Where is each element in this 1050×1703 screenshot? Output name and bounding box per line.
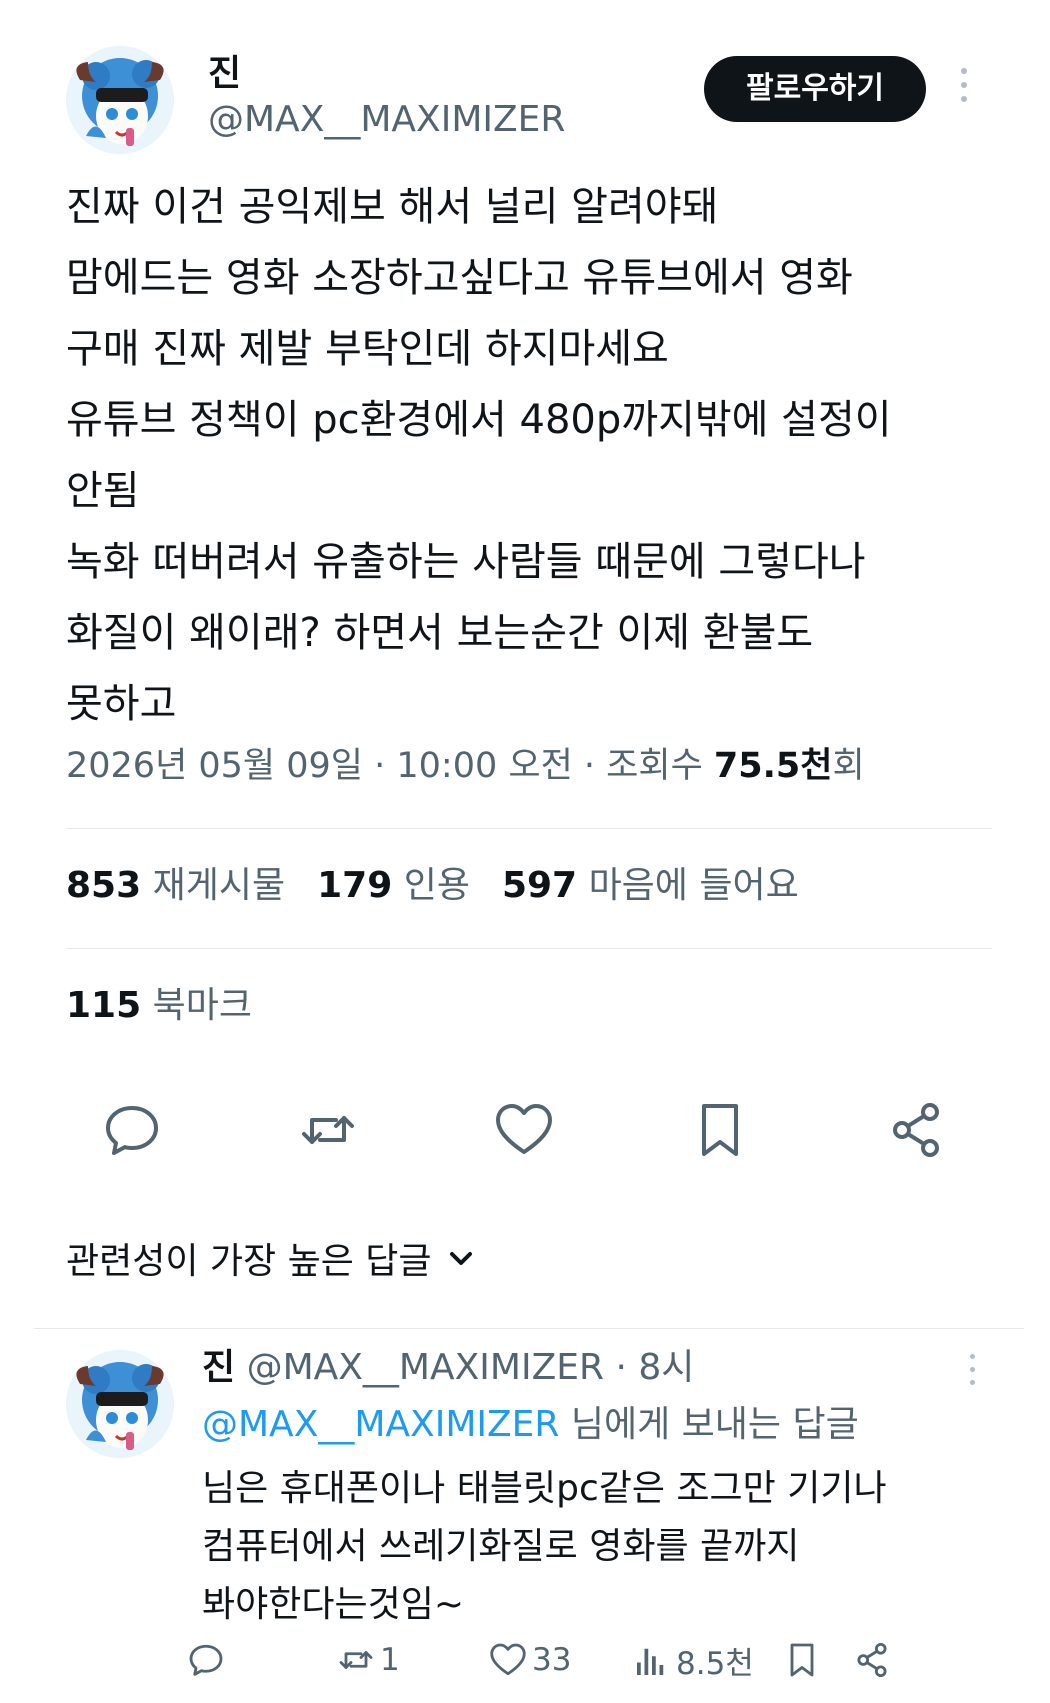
tweet-meta: 2026년 05월 09일 · 10:00 오전 · 조회수 75.5천회: [66, 746, 865, 786]
reply-time[interactable]: 8시: [638, 1347, 694, 1388]
tweet-line: 화질이 왜이래? 하면서 보는순간 이제 환불도: [66, 610, 814, 656]
divider: [66, 828, 992, 829]
views-count: 75.5천: [713, 746, 833, 786]
reply-to-mention[interactable]: @MAX__MAXIMIZER: [202, 1404, 559, 1445]
reply-line: 컴퓨터에서 쓰레기화질로 영화를 끝까지: [202, 1526, 800, 1567]
views-suffix: 회: [832, 746, 865, 786]
display-name[interactable]: 진: [208, 52, 241, 96]
divider: [34, 1328, 1024, 1329]
reply-line: 님은 휴대폰이나 태블릿pc같은 조그만 기기나: [202, 1468, 887, 1509]
share-icon: [857, 1642, 887, 1678]
reply-icon[interactable]: [100, 1098, 164, 1162]
reply-repost-button[interactable]: 1: [336, 1638, 400, 1682]
replies-sort[interactable]: 관련성이 가장 높은 답글: [66, 1238, 476, 1287]
reply-views-button[interactable]: 8.5천: [632, 1638, 754, 1682]
reply-line: 봐야한다는것임~: [202, 1584, 465, 1625]
chevron-down-icon: [446, 1239, 476, 1287]
replies-sort-label: 관련성이 가장 높은 답글: [66, 1241, 432, 1282]
like-icon: [490, 1643, 526, 1676]
tweet-time[interactable]: 10:00 오전: [396, 746, 572, 786]
bookmark-icon[interactable]: [688, 1098, 752, 1162]
engagement-stats: 853 재게시물 179 인용 597 마음에 들어요: [66, 862, 799, 910]
bookmarks-stat[interactable]: 115 북마크: [66, 982, 252, 1030]
repost-icon[interactable]: [296, 1098, 360, 1162]
follow-button[interactable]: 팔로우하기: [704, 56, 926, 122]
reply-to-suffix: 님에게 보내는 답글: [570, 1404, 859, 1445]
reply-icon: [189, 1644, 223, 1676]
avatar-image: [66, 1350, 174, 1458]
more-options-icon[interactable]: [954, 68, 974, 112]
reply-more-options-icon[interactable]: [962, 1354, 982, 1398]
avatar-image: [66, 46, 174, 154]
tweet-line: 구매 진짜 제발 부탁인데 하지마세요: [66, 326, 669, 372]
reply-header: 진 @MAX__MAXIMIZER · 8시: [202, 1347, 695, 1388]
like-icon[interactable]: [492, 1098, 556, 1162]
tweet-line: 못하고: [66, 681, 177, 727]
reply-views-count: 8.5천: [676, 1645, 754, 1682]
quotes-stat[interactable]: 179 인용: [317, 865, 470, 906]
reply-display-name[interactable]: 진: [202, 1347, 235, 1388]
tweet-line: 맘에드는 영화 소장하고싶다고 유튜브에서 영화: [66, 255, 853, 301]
reply-repost-count: 1: [380, 1642, 400, 1678]
tweet-text: 진짜 이건 공익제보 해서 널리 알려야돼 맘에드는 영화 소장하고싶다고 유튜…: [66, 172, 1006, 740]
reply-like-button[interactable]: 33: [488, 1638, 571, 1682]
reply-text: 님은 휴대폰이나 태블릿pc같은 조그만 기기나 컴퓨터에서 쓰레기화질로 영화…: [202, 1460, 1002, 1634]
reposts-stat[interactable]: 853 재게시물: [66, 865, 285, 906]
reply-reply-button[interactable]: [186, 1638, 226, 1682]
views-label: 조회수: [606, 746, 703, 786]
bookmark-icon: [790, 1643, 814, 1677]
avatar[interactable]: [66, 46, 174, 154]
share-icon[interactable]: [884, 1098, 948, 1162]
handle[interactable]: @MAX__MAXIMIZER: [208, 98, 565, 142]
reply-handle[interactable]: @MAX__MAXIMIZER: [247, 1347, 604, 1388]
divider: [66, 948, 992, 949]
tweet-line: 진짜 이건 공익제보 해서 널리 알려야돼: [66, 184, 719, 230]
tweet-date[interactable]: 2026년 05월 09일: [66, 746, 363, 786]
reply-to-line: @MAX__MAXIMIZER 님에게 보내는 답글: [202, 1400, 859, 1450]
likes-stat[interactable]: 597 마음에 들어요: [502, 865, 799, 906]
tweet-line: 유튜브 정책이 pc환경에서 480p까지밖에 설정이: [66, 397, 892, 443]
tweet-line: 녹화 떠버려서 유출하는 사람들 때문에 그렇다나: [66, 539, 866, 585]
reply-avatar[interactable]: [66, 1350, 174, 1458]
analytics-icon: [637, 1648, 664, 1675]
repost-icon: [339, 1651, 373, 1669]
tweet-line: 안됨: [66, 468, 140, 514]
reply-like-count: 33: [532, 1642, 572, 1678]
reply-bookmark-button[interactable]: [782, 1638, 822, 1682]
reply-share-button[interactable]: [852, 1638, 892, 1682]
